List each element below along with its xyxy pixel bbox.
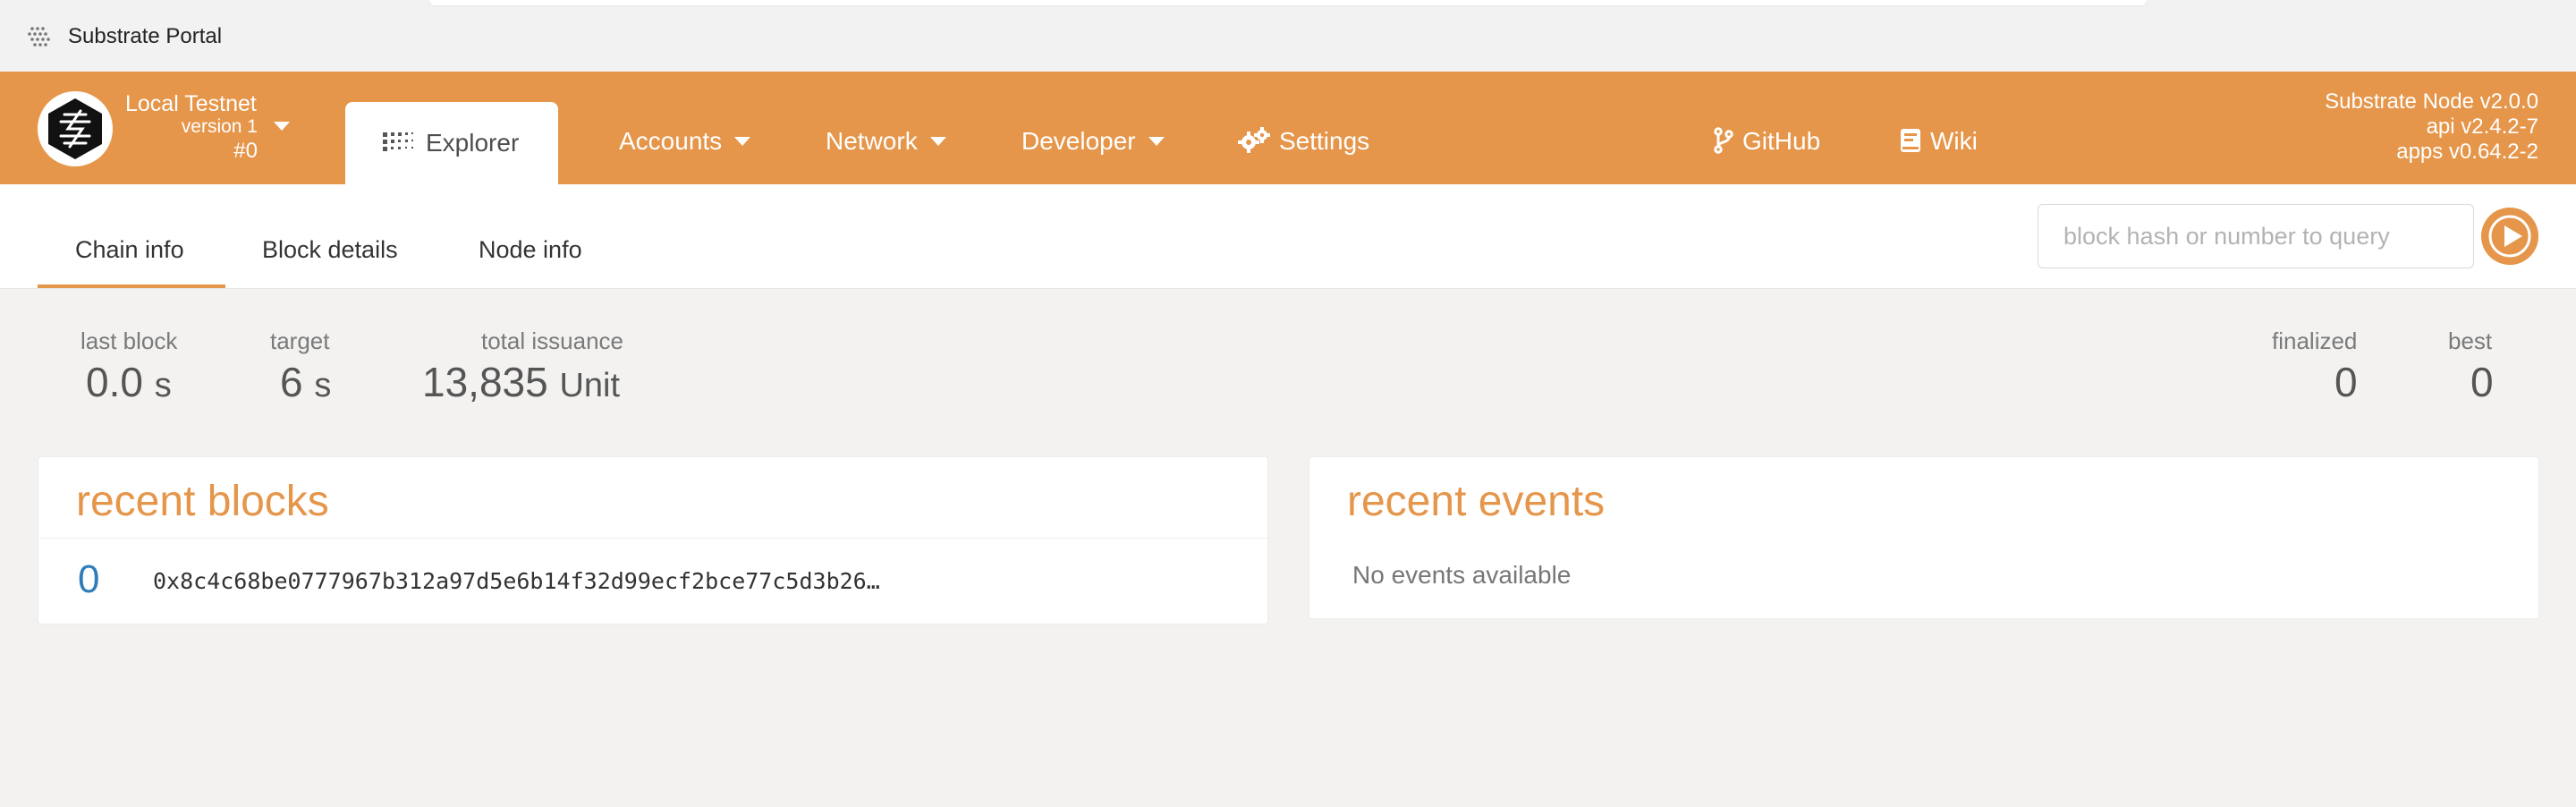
tab-explorer-label: Explorer: [426, 129, 520, 157]
divider: [38, 538, 1267, 539]
tab-block-details[interactable]: Block details: [262, 236, 398, 264]
nav-github-link[interactable]: GitHub: [1714, 126, 1821, 157]
nav-wiki-link[interactable]: Wiki: [1900, 127, 1978, 156]
nav-wiki-label: Wiki: [1930, 127, 1978, 155]
best-label: best: [2448, 327, 2493, 354]
chevron-down-icon: [929, 136, 946, 146]
last-block-label: last block: [80, 327, 178, 354]
tab-explorer[interactable]: Explorer: [345, 102, 558, 184]
recent-blocks-card: recent blocks 0 0x8c4c68be0777967b312a97…: [38, 456, 1268, 624]
nav-accounts[interactable]: Accounts: [619, 127, 751, 156]
node-version: Substrate Node v2.0.0: [2325, 89, 2538, 114]
total-issuance-label: total issuance: [481, 327, 623, 354]
nav-network[interactable]: Network: [826, 127, 946, 156]
node-version-info: Substrate Node v2.0.0 api v2.4.2-7 apps …: [2325, 89, 2538, 165]
apps-version: apps v0.64.2-2: [2396, 140, 2538, 164]
gear-icon: [1238, 126, 1270, 153]
no-events-text: No events available: [1352, 561, 1572, 589]
url-bar-strip[interactable]: [429, 0, 2147, 5]
title-bar: Substrate Portal: [0, 0, 2576, 72]
nav-network-label: Network: [826, 127, 918, 155]
chain-block-number[interactable]: #0: [125, 139, 258, 164]
recent-blocks-title: recent blocks: [76, 478, 329, 525]
target-value: 6 s: [280, 359, 332, 405]
chain-name[interactable]: Local Testnet: [125, 91, 257, 117]
api-version: api v2.4.2-7: [2426, 115, 2538, 139]
chain-version[interactable]: version 1: [125, 116, 258, 138]
block-number-link[interactable]: 0: [78, 557, 99, 602]
total-issuance-value: 13,835 Unit: [422, 359, 621, 405]
app-title: Substrate Portal: [68, 24, 223, 48]
query-submit-button[interactable]: [2481, 208, 2538, 265]
block-hash: 0x8c4c68be0777967b312a97d5e6b14f32d99ecf…: [153, 568, 880, 594]
finalized-value: 0: [2334, 359, 2358, 405]
chain-logo[interactable]: [38, 91, 113, 166]
best-value: 0: [2470, 359, 2494, 405]
tab-chain-info[interactable]: Chain info: [75, 236, 184, 264]
nav-developer[interactable]: Developer: [1021, 127, 1165, 156]
block-query-input[interactable]: [2038, 204, 2474, 268]
explorer-subnav: Chain info Block details Node info: [0, 184, 2576, 289]
chevron-down-icon: [734, 136, 751, 146]
target-label: target: [270, 327, 330, 354]
nav-accounts-label: Accounts: [619, 127, 723, 155]
chain-dropdown-caret-icon[interactable]: [274, 122, 290, 131]
recent-events-title: recent events: [1347, 478, 1606, 525]
last-block-value: 0.0 s: [86, 359, 172, 405]
nav-settings-label: Settings: [1279, 127, 1370, 155]
active-tab-indicator: [38, 285, 225, 288]
finalized-label: finalized: [2272, 327, 2358, 354]
book-icon: [1901, 128, 1920, 152]
chevron-down-icon: [1148, 136, 1165, 146]
explorer-grid-icon: [383, 132, 413, 151]
recent-events-card: recent events No events available: [1309, 456, 2539, 619]
nav-developer-label: Developer: [1021, 127, 1136, 155]
nav-settings[interactable]: Settings: [1238, 126, 1370, 157]
nav-github-label: GitHub: [1742, 127, 1821, 155]
tab-node-info[interactable]: Node info: [479, 236, 582, 264]
main-nav: Local Testnet version 1 #0 Explorer Acco…: [0, 72, 2576, 184]
substrate-app-icon: [28, 27, 50, 47]
branch-icon: [1714, 126, 1733, 154]
